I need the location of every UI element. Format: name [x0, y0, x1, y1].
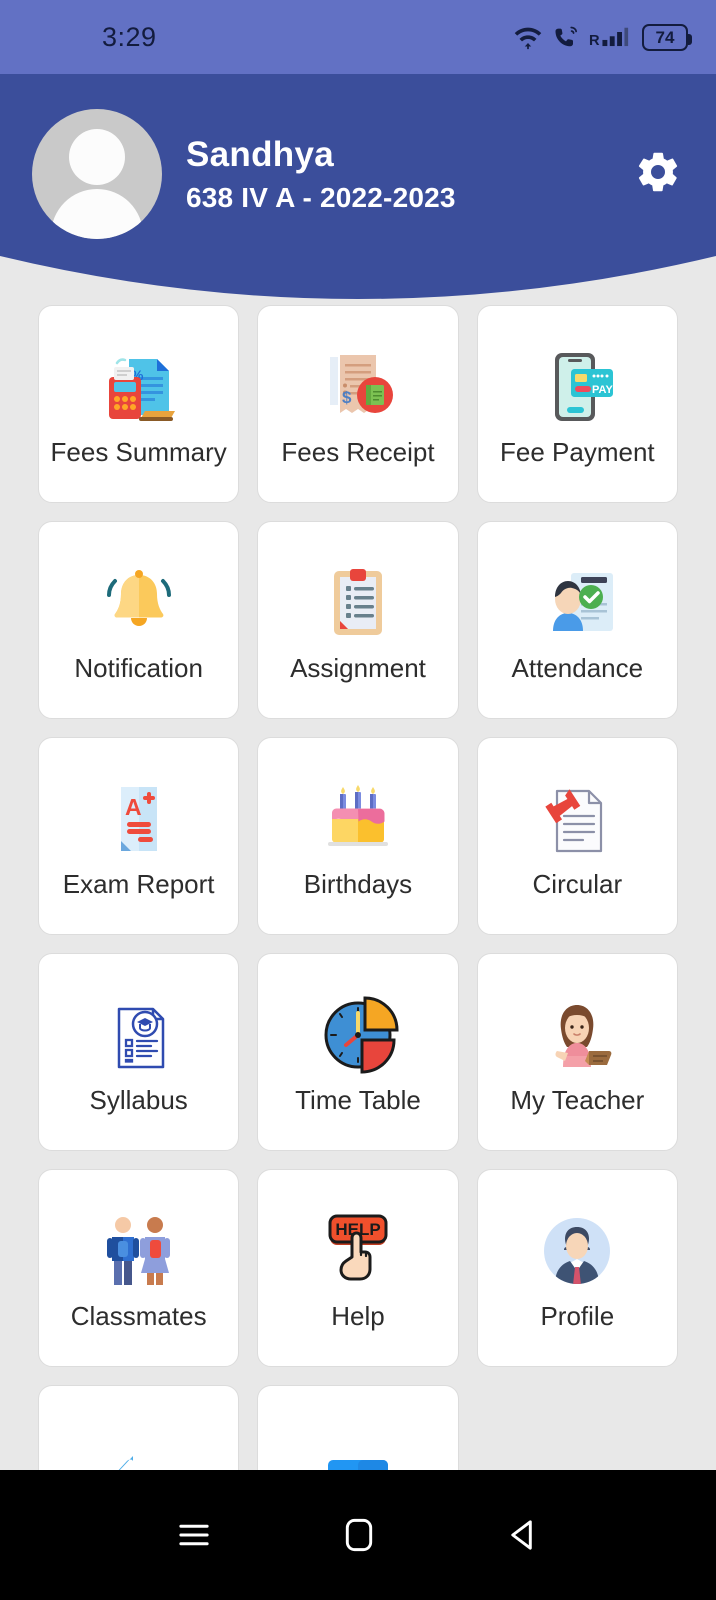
clock-pie-icon — [306, 989, 410, 1081]
menu-tile-notification[interactable]: Notification — [38, 521, 240, 719]
teacher-icon — [525, 989, 629, 1081]
help-button-icon: HELP — [306, 1205, 410, 1297]
menu-tile-fees-summary[interactable]: % Fees Summary — [38, 305, 240, 503]
menu-tile-label: My Teacher — [510, 1084, 645, 1115]
menu-grid-scroll-area[interactable]: % Fees Summary $ Fees Receipt PAY Fee Pa… — [0, 305, 716, 1470]
home-square-icon[interactable] — [342, 1516, 376, 1554]
menu-tile-classmates[interactable]: Classmates — [38, 1169, 240, 1367]
battery-icon: 74 — [642, 23, 692, 51]
menu-tile-label: Exam Report — [62, 868, 215, 899]
menu-tile-back[interactable] — [38, 1385, 240, 1470]
profile-avatar-icon — [525, 1205, 629, 1297]
student-class: 638 IV A - 2022-2023 — [186, 181, 456, 213]
avatar-body-shape — [51, 189, 143, 239]
status-bar-icons: R 74 — [513, 23, 692, 51]
bell-icon — [87, 557, 191, 649]
attendance-icon — [525, 557, 629, 649]
menu-tile-fee-payment[interactable]: PAY Fee Payment — [476, 305, 678, 503]
gear-icon — [634, 148, 682, 201]
fee-payment-icon: PAY — [525, 341, 629, 433]
menu-tile-label: Fees Summary — [50, 436, 227, 467]
menu-tile-assignment[interactable]: Assignment — [257, 521, 459, 719]
menu-tile-label: Classmates — [70, 1300, 207, 1331]
student-info: Sandhya 638 IV A - 2022-2023 — [186, 135, 456, 214]
menu-tile-profile[interactable]: Profile — [476, 1169, 678, 1367]
roaming-signal-icon: R — [589, 24, 633, 51]
settings-button[interactable] — [630, 146, 686, 202]
recents-menu-icon[interactable] — [175, 1518, 213, 1552]
menu-tile-label: Profile — [540, 1300, 615, 1331]
app-screen: 3:29 R 74 Sandhya 638 IV A - 2022-2023 %… — [0, 0, 716, 1600]
menu-tile-label: Birthdays — [303, 868, 413, 899]
menu-tile-label: Fees Receipt — [281, 436, 435, 467]
menu-tile-label: Attendance — [511, 652, 644, 683]
clipboard-icon — [306, 557, 410, 649]
menu-tile-label: Syllabus — [89, 1084, 188, 1115]
menu-tile-my-teacher[interactable]: My Teacher — [476, 953, 678, 1151]
svg-text:PAY: PAY — [592, 384, 613, 396]
battery-level-label: 74 — [655, 27, 675, 47]
menu-tile-label: Circular — [532, 868, 623, 899]
birthday-cake-icon — [306, 773, 410, 865]
wifi-icon — [513, 24, 543, 51]
menu-tile-fees-receipt[interactable]: $ Fees Receipt — [257, 305, 459, 503]
status-bar-clock: 3:29 — [102, 21, 157, 52]
app-header: Sandhya 638 IV A - 2022-2023 — [0, 74, 716, 319]
fees-receipt-icon: $ — [306, 341, 410, 433]
menu-tile-circular[interactable]: Circular — [476, 737, 678, 935]
syllabus-icon — [87, 989, 191, 1081]
android-navigation-bar — [0, 1470, 716, 1600]
vowifi-call-icon — [552, 24, 580, 51]
menu-tile-syllabus[interactable]: Syllabus — [38, 953, 240, 1151]
pinned-document-icon — [525, 773, 629, 865]
menu-tile-label: Time Table — [295, 1084, 421, 1115]
menu-tile-exam-report[interactable]: A Exam Report — [38, 737, 240, 935]
back-triangle-icon[interactable] — [505, 1516, 541, 1554]
exam-report-icon: A — [87, 773, 191, 865]
avatar-head-shape — [69, 129, 125, 185]
back-arrow-icon — [87, 1436, 191, 1470]
menu-tile-label: Fee Payment — [500, 436, 655, 467]
menu-tile-time-table[interactable]: Time Table — [257, 953, 459, 1151]
exit-sign-icon: EXIT — [306, 1436, 410, 1470]
menu-tile-birthdays[interactable]: Birthdays — [257, 737, 459, 935]
menu-tile-label: Assignment — [290, 652, 426, 683]
menu-tile-exit[interactable]: EXIT — [257, 1385, 459, 1470]
menu-tile-attendance[interactable]: Attendance — [476, 521, 678, 719]
menu-tile-label: Notification — [74, 652, 203, 683]
menu-tile-label: Help — [331, 1300, 385, 1331]
status-bar: 3:29 R 74 — [0, 0, 716, 74]
svg-text:$: $ — [342, 388, 352, 407]
classmates-icon — [87, 1205, 191, 1297]
student-name: Sandhya — [186, 134, 334, 174]
svg-text:A: A — [125, 794, 142, 820]
menu-tile-help[interactable]: HELP Help — [257, 1169, 459, 1367]
fees-summary-icon: % — [87, 341, 191, 433]
avatar[interactable] — [32, 109, 162, 239]
svg-text:R: R — [589, 32, 600, 48]
menu-grid: % Fees Summary $ Fees Receipt PAY Fee Pa… — [38, 305, 678, 1470]
